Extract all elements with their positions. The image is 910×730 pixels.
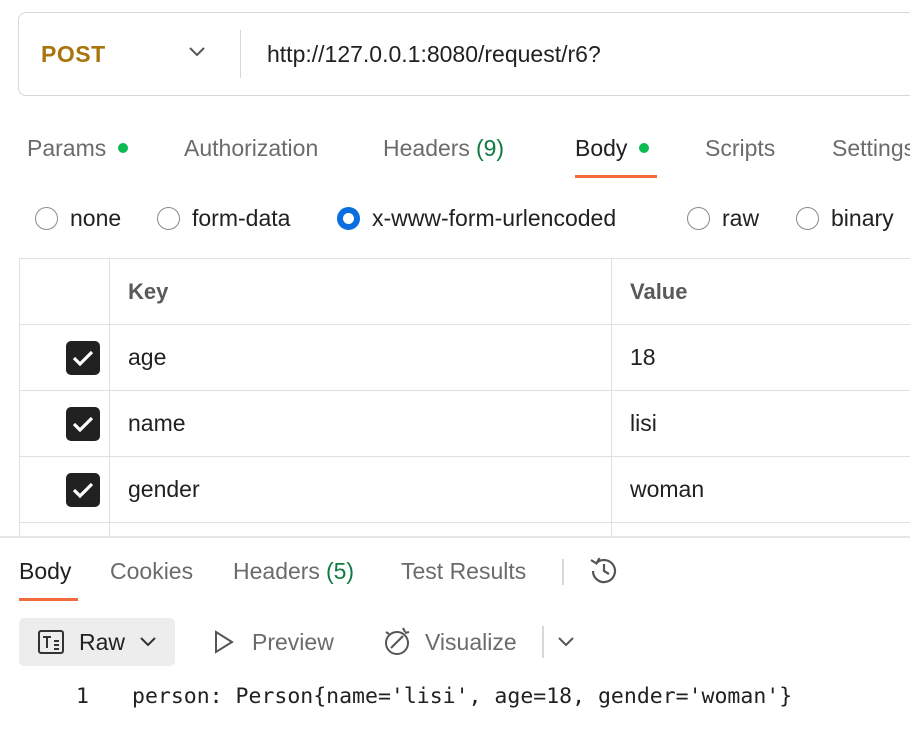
check-icon	[72, 350, 93, 366]
tab-label: Body	[19, 557, 72, 584]
param-key[interactable]: gender	[110, 457, 612, 522]
radio-label: raw	[722, 204, 760, 231]
response-tab-test-results[interactable]: Test Results	[401, 545, 526, 597]
url-input[interactable]	[241, 30, 910, 78]
radio-circle-icon	[687, 206, 710, 230]
status-dot	[118, 143, 129, 153]
response-toolbar: Raw Preview Visualize	[19, 618, 909, 666]
table-row: age 18	[20, 325, 910, 391]
response-tab-headers[interactable]: Headers (5)	[233, 545, 354, 597]
code-line: person: Person{name='lisi', age=18, gend…	[132, 684, 793, 709]
visualize-label: Visualize	[425, 628, 517, 655]
param-value[interactable]: 18	[612, 325, 910, 390]
tab-authorization[interactable]: Authorization	[184, 118, 318, 178]
body-type-options: none form-data x-www-form-urlencoded raw…	[0, 196, 910, 240]
column-header-value: Value	[630, 278, 688, 304]
tab-label: Body	[575, 134, 628, 161]
visualize-button[interactable]: Visualize	[381, 618, 517, 666]
row-check-cell	[20, 457, 110, 522]
raw-format-button[interactable]: Raw	[19, 618, 175, 666]
tab-label: Headers	[233, 557, 320, 584]
radio-circle-icon	[157, 206, 180, 230]
check-icon	[72, 482, 93, 498]
preview-button[interactable]: Preview	[212, 618, 334, 666]
radio-label: none	[70, 204, 122, 231]
tab-body[interactable]: Body	[575, 118, 650, 178]
tab-label: Headers	[383, 134, 470, 161]
divider	[562, 559, 564, 585]
radio-circle-icon	[35, 206, 58, 230]
checkbox-checked[interactable]	[65, 472, 100, 507]
method-label: POST	[41, 40, 106, 67]
checkbox-checked[interactable]	[65, 406, 100, 441]
request-tabs: Params Authorization Headers (9) Body Sc…	[0, 118, 910, 180]
param-key[interactable]: name	[110, 391, 612, 456]
tab-label: Params	[27, 134, 107, 161]
response-tab-body[interactable]: Body	[19, 545, 71, 597]
row-check-cell	[20, 325, 110, 390]
tab-scripts[interactable]: Scripts	[705, 118, 775, 178]
column-header-key: Key	[110, 259, 612, 324]
response-tab-cookies[interactable]: Cookies	[110, 545, 193, 597]
headers-count: (5)	[325, 557, 355, 584]
preview-label: Preview	[252, 628, 334, 655]
form-params-table: Key Value age 18 name lisi gender woman	[19, 258, 910, 538]
text-format-icon	[38, 630, 64, 654]
method-selector[interactable]: POST	[19, 30, 241, 78]
headers-count: (9)	[475, 134, 505, 161]
line-number: 1	[76, 684, 89, 709]
radio-form-data[interactable]: form-data	[157, 196, 290, 240]
radio-selected-icon	[337, 206, 360, 230]
param-value[interactable]: woman	[612, 457, 910, 522]
visualize-menu-button[interactable]	[557, 618, 575, 666]
radio-x-www-form-urlencoded[interactable]: x-www-form-urlencoded	[337, 196, 616, 240]
history-button[interactable]	[587, 545, 621, 597]
divider	[542, 626, 544, 658]
tab-label: Scripts	[705, 134, 776, 161]
chevron-down-icon	[140, 637, 156, 647]
table-row: gender woman	[20, 457, 910, 523]
tab-headers[interactable]: Headers (9)	[383, 118, 504, 178]
response-tabs: Body Cookies Headers (5) Test Results	[0, 545, 910, 601]
request-url-bar: POST	[18, 12, 910, 96]
row-check-cell	[20, 391, 110, 456]
radio-raw[interactable]: raw	[687, 196, 759, 240]
tab-params[interactable]: Params	[27, 118, 129, 178]
radio-label: x-www-form-urlencoded	[372, 204, 617, 231]
radio-binary[interactable]: binary	[796, 196, 894, 240]
chevron-down-icon	[188, 45, 206, 63]
checkbox-checked[interactable]	[65, 340, 100, 375]
tab-label: Authorization	[184, 134, 319, 161]
param-value[interactable]: lisi	[612, 391, 910, 456]
pane-divider[interactable]	[0, 536, 910, 538]
table-row: name lisi	[20, 391, 910, 457]
table-header: Key Value	[20, 259, 910, 325]
tab-label: Cookies	[110, 557, 194, 584]
radio-label: form-data	[192, 204, 291, 231]
response-body-viewer[interactable]: 1 person: Person{name='lisi', age=18, ge…	[0, 684, 910, 720]
active-response-tab-indicator	[19, 598, 78, 601]
radio-label: binary	[831, 204, 894, 231]
check-icon	[72, 416, 93, 432]
radio-none[interactable]: none	[35, 196, 121, 240]
header-check-cell	[20, 259, 110, 324]
visualize-icon	[385, 627, 410, 655]
history-icon	[590, 557, 617, 584]
status-dot	[639, 143, 650, 153]
tab-label: Test Results	[401, 557, 527, 584]
chevron-down-icon	[558, 637, 574, 647]
raw-label: Raw	[79, 628, 126, 655]
active-tab-indicator	[575, 175, 657, 178]
play-icon	[215, 630, 234, 654]
tab-label: Settings	[832, 134, 910, 161]
radio-circle-icon	[796, 206, 819, 230]
tab-settings[interactable]: Settings	[832, 118, 910, 178]
param-key[interactable]: age	[110, 325, 612, 390]
